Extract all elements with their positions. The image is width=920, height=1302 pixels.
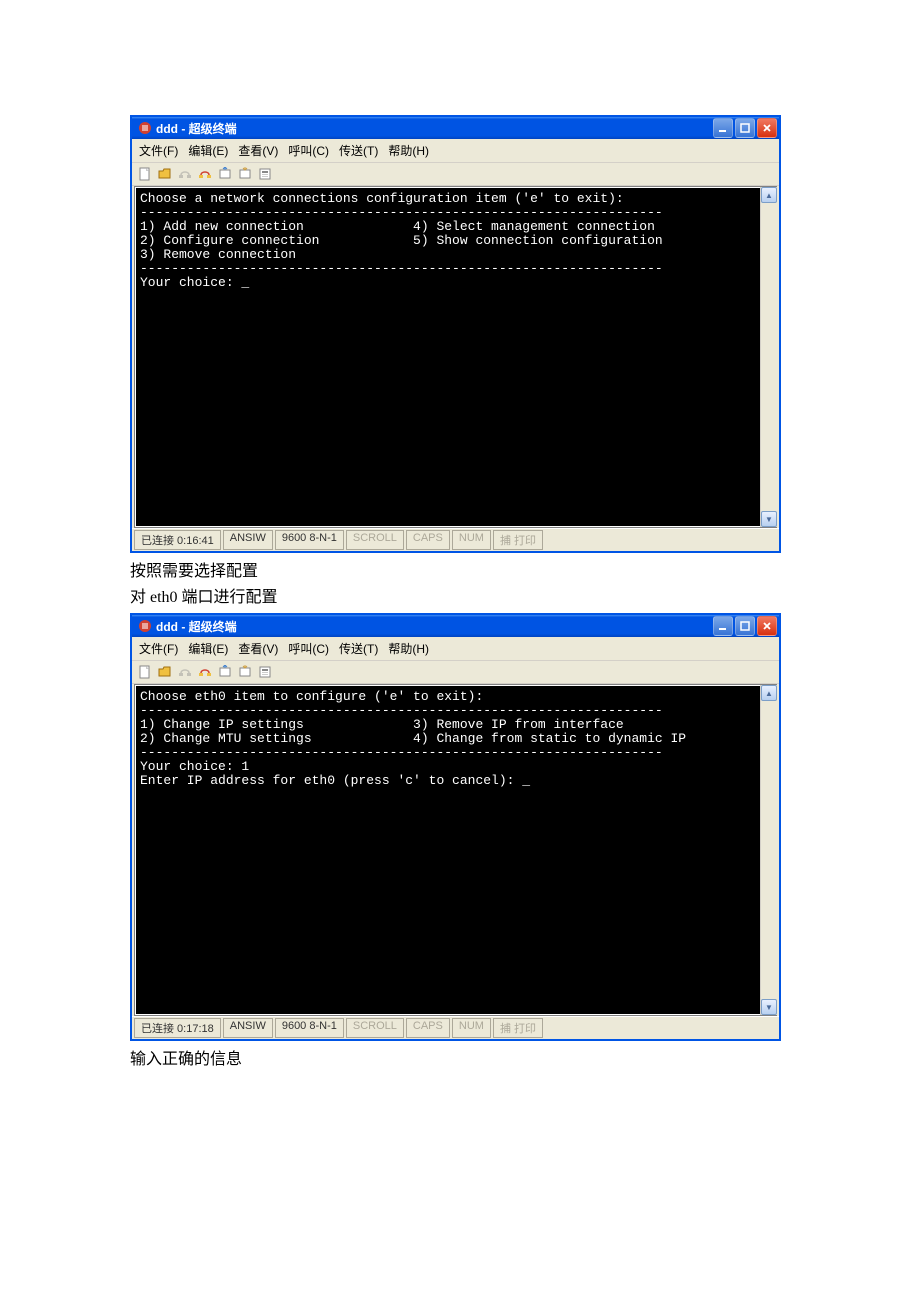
statusbar: 已连接 0:16:41 ANSIW 9600 8-N-1 SCROLL CAPS…	[132, 528, 779, 551]
minimize-button[interactable]	[713, 118, 733, 138]
menubar: 文件(F) 编辑(E) 查看(V) 呼叫(C) 传送(T) 帮助(H)	[132, 637, 779, 661]
menu-view[interactable]: 查看(V)	[235, 141, 281, 160]
terminal-line: ----------------------------------------…	[140, 205, 663, 220]
menu-call[interactable]: 呼叫(C)	[285, 639, 332, 658]
terminal-prompt: Your choice: _	[140, 275, 249, 290]
caption-text: 按照需要选择配置	[130, 561, 790, 583]
titlebar[interactable]: ddd - 超级终端	[132, 615, 779, 637]
status-terminal-type: ANSIW	[223, 1018, 273, 1038]
new-icon[interactable]	[136, 663, 154, 681]
properties-icon[interactable]	[256, 663, 274, 681]
terminal-line: Your choice: 1	[140, 759, 249, 774]
scroll-up-icon[interactable]: ▲	[761, 187, 777, 203]
status-caps: CAPS	[406, 1018, 450, 1038]
status-params: 9600 8-N-1	[275, 1018, 344, 1038]
minimize-button[interactable]	[713, 616, 733, 636]
status-connection: 已连接 0:16:41	[134, 530, 221, 550]
terminal-line: Choose eth0 item to configure ('e' to ex…	[140, 689, 483, 704]
status-params: 9600 8-N-1	[275, 530, 344, 550]
receive-icon[interactable]	[236, 663, 254, 681]
window-title: ddd - 超级终端	[156, 120, 713, 137]
terminal-line: 2) Change MTU settings 4) Change from st…	[140, 731, 686, 746]
status-scroll: SCROLL	[346, 530, 404, 550]
menubar: 文件(F) 编辑(E) 查看(V) 呼叫(C) 传送(T) 帮助(H)	[132, 139, 779, 163]
maximize-button[interactable]	[735, 616, 755, 636]
window-controls	[713, 118, 777, 138]
status-caps: CAPS	[406, 530, 450, 550]
terminal-line: 3) Remove connection	[140, 247, 296, 262]
open-icon[interactable]	[156, 663, 174, 681]
properties-icon[interactable]	[256, 165, 274, 183]
window-title: ddd - 超级终端	[156, 618, 713, 635]
terminal-area: Choose a network connections configurati…	[132, 186, 779, 528]
terminal-line: 1) Add new connection 4) Select manageme…	[140, 219, 655, 234]
hyperterminal-window-1: ddd - 超级终端 文件(F) 编辑(E) 查看(V) 呼叫(C) 传送(T)…	[130, 115, 781, 553]
terminal-area: Choose eth0 item to configure ('e' to ex…	[132, 684, 779, 1016]
menu-file[interactable]: 文件(F)	[136, 639, 181, 658]
scroll-down-icon[interactable]: ▼	[761, 999, 777, 1015]
terminal-line: ----------------------------------------…	[140, 745, 663, 760]
disconnect-icon[interactable]	[196, 165, 214, 183]
scroll-up-icon[interactable]: ▲	[761, 685, 777, 701]
app-icon	[138, 619, 152, 633]
status-scroll: SCROLL	[346, 1018, 404, 1038]
hyperterminal-window-2: ddd - 超级终端 文件(F) 编辑(E) 查看(V) 呼叫(C) 传送(T)…	[130, 613, 781, 1041]
terminal-line: 2) Configure connection 5) Show connecti…	[140, 233, 663, 248]
status-terminal-type: ANSIW	[223, 530, 273, 550]
new-icon[interactable]	[136, 165, 154, 183]
toolbar	[132, 661, 779, 684]
terminal-line: Choose a network connections configurati…	[140, 191, 624, 206]
connect-icon[interactable]	[176, 663, 194, 681]
status-print: 捕 打印	[493, 1018, 543, 1038]
status-connection: 已连接 0:17:18	[134, 1018, 221, 1038]
window-controls	[713, 616, 777, 636]
status-num: NUM	[452, 530, 491, 550]
statusbar: 已连接 0:17:18 ANSIW 9600 8-N-1 SCROLL CAPS…	[132, 1016, 779, 1039]
receive-icon[interactable]	[236, 165, 254, 183]
status-print: 捕 打印	[493, 530, 543, 550]
scroll-down-icon[interactable]: ▼	[761, 511, 777, 527]
app-icon	[138, 121, 152, 135]
vertical-scrollbar[interactable]: ▲ ▼	[760, 685, 777, 1015]
terminal-line: ----------------------------------------…	[140, 261, 663, 276]
menu-help[interactable]: 帮助(H)	[385, 141, 432, 160]
terminal-output[interactable]: Choose eth0 item to configure ('e' to ex…	[135, 685, 777, 1015]
vertical-scrollbar[interactable]: ▲ ▼	[760, 187, 777, 527]
menu-transfer[interactable]: 传送(T)	[336, 141, 381, 160]
caption-text: 输入正确的信息	[130, 1049, 790, 1071]
status-num: NUM	[452, 1018, 491, 1038]
menu-help[interactable]: 帮助(H)	[385, 639, 432, 658]
close-button[interactable]	[757, 616, 777, 636]
open-icon[interactable]	[156, 165, 174, 183]
terminal-output[interactable]: Choose a network connections configurati…	[135, 187, 777, 527]
caption-text: 对 eth0 端口进行配置	[130, 587, 790, 609]
toolbar	[132, 163, 779, 186]
menu-edit[interactable]: 编辑(E)	[185, 639, 231, 658]
menu-edit[interactable]: 编辑(E)	[185, 141, 231, 160]
disconnect-icon[interactable]	[196, 663, 214, 681]
terminal-prompt: Enter IP address for eth0 (press 'c' to …	[140, 773, 530, 788]
maximize-button[interactable]	[735, 118, 755, 138]
close-button[interactable]	[757, 118, 777, 138]
titlebar[interactable]: ddd - 超级终端	[132, 117, 779, 139]
send-icon[interactable]	[216, 663, 234, 681]
menu-file[interactable]: 文件(F)	[136, 141, 181, 160]
connect-icon[interactable]	[176, 165, 194, 183]
menu-view[interactable]: 查看(V)	[235, 639, 281, 658]
terminal-line: 1) Change IP settings 3) Remove IP from …	[140, 717, 624, 732]
menu-transfer[interactable]: 传送(T)	[336, 639, 381, 658]
terminal-line: ----------------------------------------…	[140, 703, 663, 718]
menu-call[interactable]: 呼叫(C)	[285, 141, 332, 160]
send-icon[interactable]	[216, 165, 234, 183]
